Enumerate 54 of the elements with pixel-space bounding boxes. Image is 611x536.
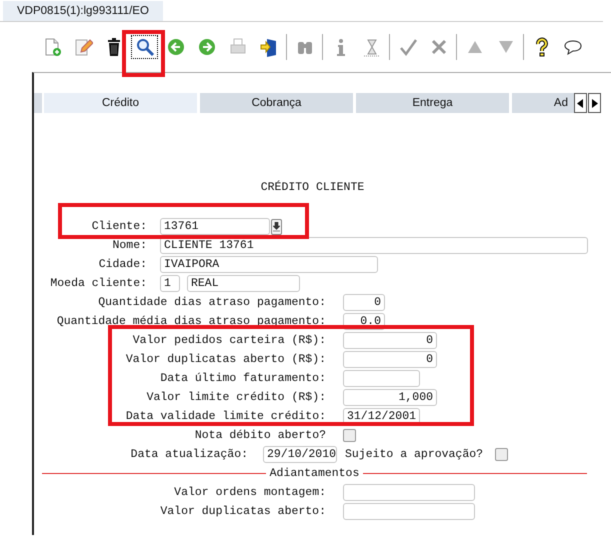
scroll-right-button[interactable] <box>588 93 601 113</box>
checkbox[interactable] <box>343 429 356 442</box>
field-label: Quantidade média dias atraso pagamento: <box>56 315 326 328</box>
input-field[interactable]: 0 <box>343 351 437 368</box>
tab[interactable]: Ad <box>512 93 574 113</box>
field-label: Valor duplicatas aberto (R$): <box>124 353 326 366</box>
tab[interactable]: Crédito <box>44 93 197 113</box>
input-field[interactable] <box>343 370 420 387</box>
field-label: Valor ordens montagem: <box>173 486 326 499</box>
field-label: Valor pedidos carteira (R$): <box>132 334 326 347</box>
input-field[interactable]: 13761 <box>160 218 270 235</box>
field-label: Sujeito a aprovação? <box>345 448 484 461</box>
form-title: CRÉDITO CLIENTE <box>260 181 366 194</box>
input-field[interactable]: 0 <box>343 294 385 311</box>
right-triangle-icon <box>591 98 598 108</box>
field-label: Nome: <box>111 239 147 252</box>
input-field[interactable] <box>343 503 475 520</box>
input-field[interactable]: IVAIPORA <box>160 256 378 273</box>
input-field[interactable]: 1 <box>160 275 180 292</box>
field-label: Data último faturamento: <box>159 372 326 385</box>
field-label: Valor limite crédito (R$): <box>146 391 326 404</box>
input-field[interactable]: CLIENTE 13761 <box>160 237 588 254</box>
field-label: Data validade limite crédito: <box>124 410 326 423</box>
left-triangle-icon <box>577 98 584 108</box>
field-label: Nota débito aberto? <box>194 429 326 442</box>
next-icon <box>196 37 216 57</box>
section-heading: Adiantamentos <box>268 467 360 480</box>
highlight-frame <box>122 30 165 77</box>
input-field[interactable]: 1,000 <box>343 389 437 406</box>
tab-edge <box>34 93 42 113</box>
checkmark-icon <box>398 37 418 57</box>
field-label: Cidade: <box>98 258 147 271</box>
window-tab[interactable]: VDP0815(1):lg993111/EO <box>3 1 163 21</box>
field-label: Cliente: <box>90 220 147 233</box>
field-label: Quantidade dias atraso pagamento: <box>97 296 326 309</box>
field-label: Valor duplicatas aberto: <box>159 505 326 518</box>
field-label: Data atualização: <box>130 448 248 461</box>
tab[interactable]: Entrega <box>356 93 509 113</box>
edit-icon <box>72 37 92 57</box>
lookup-button[interactable] <box>271 218 282 234</box>
previous-icon <box>166 37 186 57</box>
tab[interactable]: Cobrança <box>200 93 353 113</box>
hourglass-icon <box>362 37 382 57</box>
input-field[interactable]: REAL <box>187 275 300 292</box>
input-field[interactable]: 0 <box>343 332 437 349</box>
field-label: Moeda cliente: <box>49 277 147 290</box>
exit-door-icon <box>258 37 278 57</box>
search-icon <box>134 37 154 57</box>
toolbar-button[interactable] <box>129 33 160 61</box>
download-arrow-icon <box>273 222 280 232</box>
input-field[interactable] <box>343 484 475 501</box>
checkbox[interactable] <box>495 448 508 461</box>
scroll-left-button[interactable] <box>574 93 587 113</box>
input-field[interactable]: 29/10/2010 <box>263 446 337 463</box>
